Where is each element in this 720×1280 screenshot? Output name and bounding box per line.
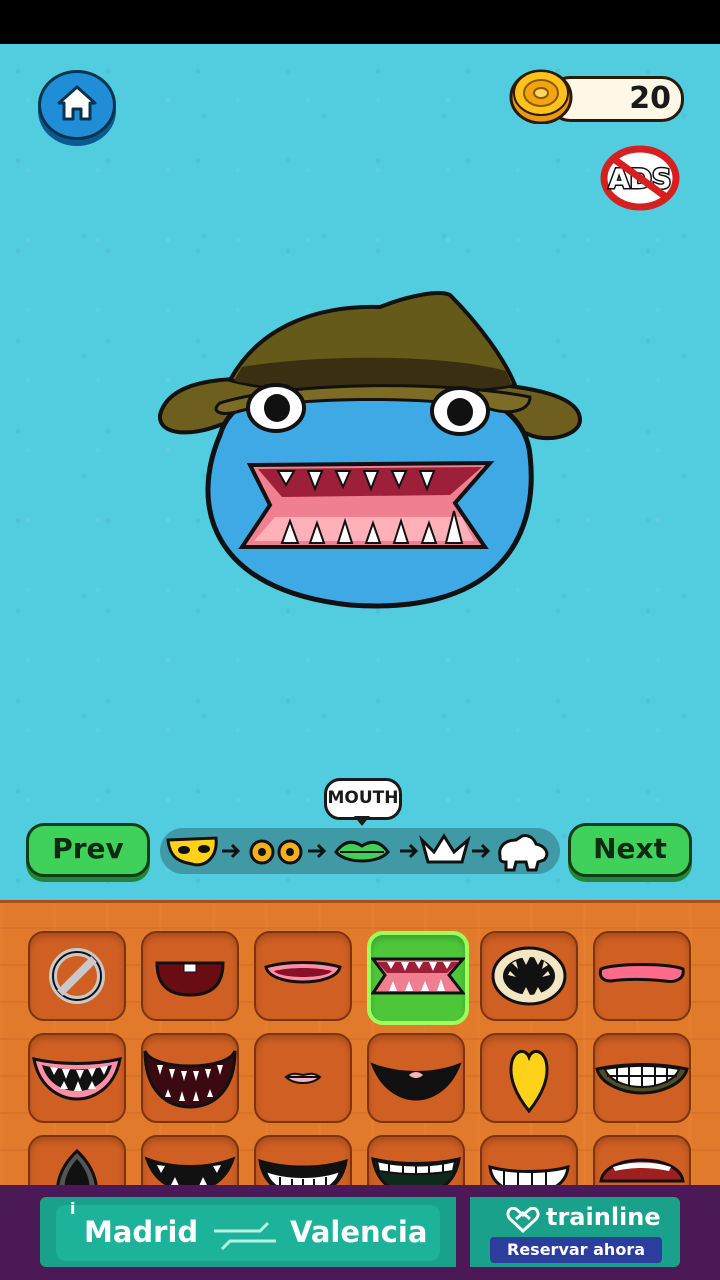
ad-info-icon[interactable]: i bbox=[70, 1199, 75, 1218]
ad-brand-panel[interactable]: trainline Reservar ahora bbox=[470, 1197, 680, 1267]
ad-destination: Valencia bbox=[290, 1215, 428, 1249]
character-mouth bbox=[238, 460, 495, 549]
arrow-icon bbox=[222, 843, 241, 859]
part-slot-big-teeth-mouth[interactable] bbox=[254, 1135, 352, 1188]
ad-cta-button[interactable]: Reservar ahora bbox=[490, 1237, 662, 1263]
part-slot-grin-teeth-mouth[interactable] bbox=[593, 1033, 691, 1123]
eyes-step-icon[interactable] bbox=[249, 839, 303, 865]
ad-banner[interactable]: Madrid Valencia i trainline Reservar aho… bbox=[0, 1185, 720, 1280]
ad-brand-name: trainline bbox=[546, 1203, 661, 1231]
character-preview bbox=[157, 291, 583, 609]
next-button[interactable]: Next bbox=[568, 823, 692, 877]
ad-route-box: Madrid Valencia bbox=[56, 1205, 440, 1261]
status-bar bbox=[0, 0, 720, 44]
part-slot-yellow-heart-mouth[interactable] bbox=[480, 1033, 578, 1123]
part-slot-white-teeth-mouth[interactable] bbox=[480, 1135, 578, 1188]
no-ads-button[interactable]: ADS bbox=[600, 145, 680, 211]
prev-button[interactable]: Prev bbox=[26, 823, 150, 877]
mask-step-icon[interactable] bbox=[166, 836, 218, 867]
part-slot-spike-mouth[interactable] bbox=[28, 1135, 126, 1188]
part-slot-tongue-mouth[interactable] bbox=[593, 931, 691, 1021]
part-slot-dark-fangs-mouth[interactable] bbox=[141, 1033, 239, 1123]
ad-route-panel[interactable]: Madrid Valencia i bbox=[40, 1197, 456, 1267]
part-slot-round-teeth-mouth[interactable] bbox=[480, 931, 578, 1021]
arrow-icon bbox=[472, 843, 491, 859]
part-slot-wide-smile-mouth[interactable] bbox=[141, 1135, 239, 1188]
coin-count: 20 bbox=[629, 81, 671, 116]
part-slot-small-lips-mouth[interactable] bbox=[254, 1033, 352, 1123]
ad-origin: Madrid bbox=[84, 1215, 199, 1249]
arrow-icon bbox=[308, 843, 327, 859]
coin-icon bbox=[509, 69, 573, 124]
step-progress bbox=[160, 828, 560, 874]
hand-step-icon[interactable] bbox=[498, 834, 549, 872]
part-slot-black-smile-mouth[interactable] bbox=[367, 1033, 465, 1123]
part-slot-open-red-mouth[interactable] bbox=[593, 1135, 691, 1188]
parts-panel bbox=[0, 900, 720, 1188]
crown-step-icon[interactable] bbox=[419, 833, 471, 864]
part-slot-green-teeth-mouth[interactable] bbox=[367, 1135, 465, 1188]
arrow-icon bbox=[400, 843, 419, 859]
home-button[interactable] bbox=[38, 70, 116, 140]
part-slot-pink-lips-mouth[interactable] bbox=[254, 931, 352, 1021]
step-tooltip: MOUTH bbox=[324, 778, 402, 826]
part-slot-none[interactable] bbox=[28, 931, 126, 1021]
swap-arrows-icon bbox=[214, 1221, 276, 1251]
mouth-step-icon[interactable] bbox=[334, 840, 390, 863]
part-slot-grin-fangs-mouth[interactable] bbox=[28, 1033, 126, 1123]
part-slot-sharp-teeth-mouth[interactable] bbox=[367, 931, 469, 1025]
part-slot-gap-tooth-mouth[interactable] bbox=[141, 931, 239, 1021]
heart-icon bbox=[506, 1207, 540, 1233]
home-icon bbox=[57, 85, 97, 121]
